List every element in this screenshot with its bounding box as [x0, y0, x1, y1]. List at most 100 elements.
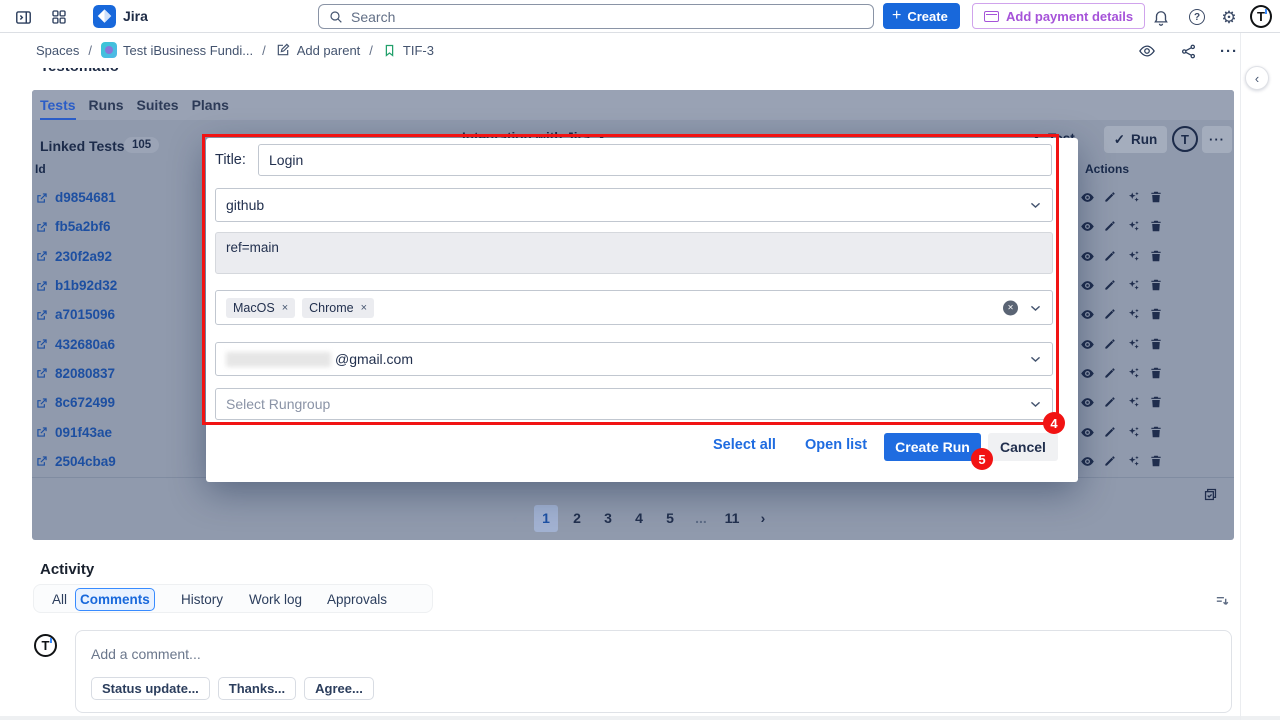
collapse-panel-button[interactable]: ‹	[1245, 66, 1269, 90]
test-id-link[interactable]: fb5a2bf6	[55, 219, 111, 234]
jira-logo-icon[interactable]	[93, 5, 116, 28]
delete-trash-icon[interactable]	[1149, 307, 1164, 322]
sort-order-icon[interactable]	[1214, 592, 1231, 609]
search-input[interactable]	[351, 9, 831, 25]
external-link-icon[interactable]	[35, 425, 49, 439]
test-id-link[interactable]: d9854681	[55, 190, 116, 205]
test-id-link[interactable]: 2504cba9	[55, 454, 116, 469]
panel-more-button[interactable]: ···	[1202, 126, 1232, 153]
view-eye-icon[interactable]	[1080, 337, 1095, 352]
pagination-page-3[interactable]: 3	[596, 505, 620, 532]
comment-editor[interactable]: Add a comment... Status update... Thanks…	[75, 630, 1232, 713]
external-link-icon[interactable]	[35, 220, 49, 234]
edit-pencil-icon[interactable]	[1103, 190, 1118, 205]
quick-reply-thanks[interactable]: Thanks...	[218, 677, 296, 700]
external-link-icon[interactable]	[35, 454, 49, 468]
clear-all-icon[interactable]: ×	[1003, 300, 1018, 315]
external-link-icon[interactable]	[35, 308, 49, 322]
ai-sparkles-icon[interactable]	[1126, 395, 1141, 410]
ai-sparkles-icon[interactable]	[1126, 249, 1141, 264]
run-title-input[interactable]: Login	[258, 144, 1052, 176]
external-link-icon[interactable]	[35, 396, 49, 410]
ai-sparkles-icon[interactable]	[1126, 425, 1141, 440]
tab-plans[interactable]: Plans	[192, 90, 229, 120]
filter-approvals[interactable]: Approvals	[323, 588, 391, 611]
rungroup-select[interactable]: Select Rungroup	[215, 388, 1053, 420]
pagination-next-icon[interactable]: ›	[751, 505, 775, 532]
edit-pencil-icon[interactable]	[1103, 219, 1118, 234]
edit-pencil-icon[interactable]	[1103, 366, 1118, 381]
edit-pencil-icon[interactable]	[1103, 395, 1118, 410]
global-search[interactable]	[318, 4, 874, 29]
create-button[interactable]: + Create	[883, 3, 960, 29]
environment-multiselect[interactable]: MacOS × Chrome × ×	[215, 290, 1053, 325]
more-actions-icon[interactable]: ···	[1216, 39, 1242, 63]
external-link-icon[interactable]	[35, 337, 49, 351]
ai-sparkles-icon[interactable]	[1126, 278, 1141, 293]
edit-pencil-icon[interactable]	[1103, 278, 1118, 293]
external-link-icon[interactable]	[35, 249, 49, 263]
test-id-link[interactable]: 82080837	[55, 366, 115, 381]
delete-trash-icon[interactable]	[1149, 249, 1164, 264]
repository-select[interactable]: github	[215, 188, 1053, 222]
remove-tag-icon[interactable]: ×	[282, 302, 288, 314]
filter-history[interactable]: History	[177, 588, 227, 611]
sidebar-toggle-icon[interactable]	[12, 6, 34, 28]
run-button[interactable]: ✓ Run	[1104, 126, 1167, 153]
delete-trash-icon[interactable]	[1149, 366, 1164, 381]
select-all-link[interactable]: Select all	[713, 437, 776, 453]
edit-pencil-icon[interactable]	[1103, 249, 1118, 264]
bulk-select-icon[interactable]	[1202, 486, 1219, 503]
create-run-button[interactable]: Create Run	[884, 433, 981, 461]
view-eye-icon[interactable]	[1080, 219, 1095, 234]
notifications-bell-icon[interactable]	[1150, 6, 1172, 28]
delete-trash-icon[interactable]	[1149, 425, 1164, 440]
pagination-page-5[interactable]: 5	[658, 505, 682, 532]
open-list-link[interactable]: Open list	[805, 437, 867, 453]
cancel-button[interactable]: Cancel	[988, 433, 1058, 461]
help-icon[interactable]: ?	[1186, 6, 1208, 28]
pagination-page-2[interactable]: 2	[565, 505, 589, 532]
pagination-page-11[interactable]: 11	[720, 505, 744, 532]
tab-tests[interactable]: Tests	[40, 90, 76, 120]
test-id-link[interactable]: 8c672499	[55, 395, 115, 410]
view-eye-icon[interactable]	[1080, 425, 1095, 440]
test-id-link[interactable]: a7015096	[55, 307, 115, 322]
watch-eye-icon[interactable]	[1134, 39, 1160, 63]
remove-tag-icon[interactable]: ×	[361, 302, 367, 314]
filter-all[interactable]: All	[48, 588, 71, 611]
test-id-link[interactable]: 091f43ae	[55, 425, 112, 440]
ai-sparkles-icon[interactable]	[1126, 190, 1141, 205]
ai-sparkles-icon[interactable]	[1126, 219, 1141, 234]
view-eye-icon[interactable]	[1080, 190, 1095, 205]
delete-trash-icon[interactable]	[1149, 190, 1164, 205]
edit-pencil-icon[interactable]	[1103, 307, 1118, 322]
pagination-prev-icon[interactable]: ‹	[503, 505, 527, 532]
tab-suites[interactable]: Suites	[137, 90, 179, 120]
delete-trash-icon[interactable]	[1149, 278, 1164, 293]
edit-pencil-icon[interactable]	[1103, 454, 1118, 469]
external-link-icon[interactable]	[35, 366, 49, 380]
ref-textarea[interactable]: ref=main	[215, 232, 1053, 274]
ai-sparkles-icon[interactable]	[1126, 307, 1141, 322]
test-id-link[interactable]: b1b92d32	[55, 278, 117, 293]
delete-trash-icon[interactable]	[1149, 337, 1164, 352]
pagination-page-1[interactable]: 1	[534, 505, 558, 532]
ai-sparkles-icon[interactable]	[1126, 366, 1141, 381]
ai-sparkles-icon[interactable]	[1126, 337, 1141, 352]
edit-pencil-icon[interactable]	[1103, 337, 1118, 352]
test-id-link[interactable]: 432680a6	[55, 337, 115, 352]
delete-trash-icon[interactable]	[1149, 219, 1164, 234]
delete-trash-icon[interactable]	[1149, 454, 1164, 469]
quick-reply-agree[interactable]: Agree...	[304, 677, 374, 700]
app-switcher-icon[interactable]	[48, 6, 70, 28]
filter-comments[interactable]: Comments	[75, 588, 155, 611]
breadcrumb-spaces[interactable]: Spaces	[36, 43, 79, 58]
settings-gear-icon[interactable]: ⚙	[1218, 6, 1240, 28]
external-link-icon[interactable]	[35, 279, 49, 293]
external-link-icon[interactable]	[35, 191, 49, 205]
delete-trash-icon[interactable]	[1149, 395, 1164, 410]
breadcrumb-project[interactable]: Test iBusiness Fundi...	[101, 42, 253, 58]
view-eye-icon[interactable]	[1080, 395, 1095, 410]
view-eye-icon[interactable]	[1080, 249, 1095, 264]
